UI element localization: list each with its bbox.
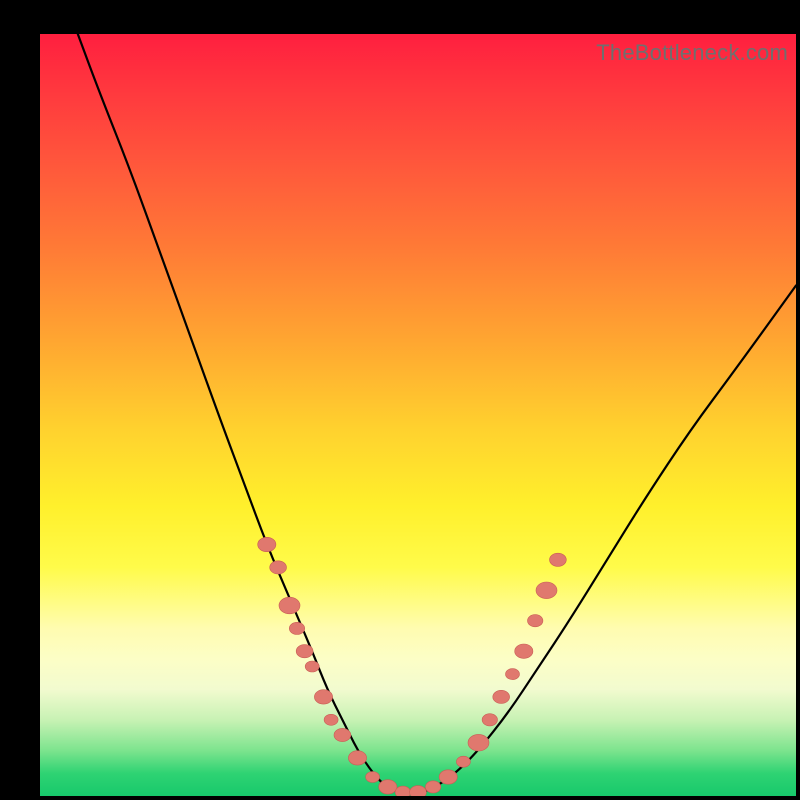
curve-markers [258, 537, 567, 796]
curve-marker [528, 615, 543, 627]
curve-marker [289, 622, 304, 634]
curve-marker [366, 772, 380, 783]
curve-marker [468, 734, 489, 751]
curve-marker [334, 728, 351, 741]
curve-marker [270, 561, 287, 574]
curve-marker [395, 786, 410, 796]
curve-marker [482, 714, 497, 726]
curve-marker [493, 690, 510, 703]
curve-marker [279, 597, 300, 614]
chart-overlay-svg [40, 34, 796, 796]
curve-marker [439, 770, 457, 784]
bottleneck-curve [78, 34, 796, 794]
curve-marker [550, 553, 567, 566]
chart-frame: TheBottleneck.com [0, 0, 800, 800]
curve-marker [456, 756, 470, 767]
curve-marker [536, 582, 557, 599]
curve-marker [506, 669, 520, 680]
chart-plot-area: TheBottleneck.com [40, 34, 796, 796]
curve-marker [258, 537, 276, 551]
curve-marker [379, 780, 397, 794]
curve-marker [296, 645, 313, 658]
curve-marker [305, 661, 319, 672]
curve-marker [348, 751, 366, 765]
curve-marker [410, 786, 427, 796]
curve-marker [515, 644, 533, 658]
curve-marker [314, 690, 332, 704]
curve-marker [425, 781, 440, 793]
curve-marker [324, 714, 338, 725]
